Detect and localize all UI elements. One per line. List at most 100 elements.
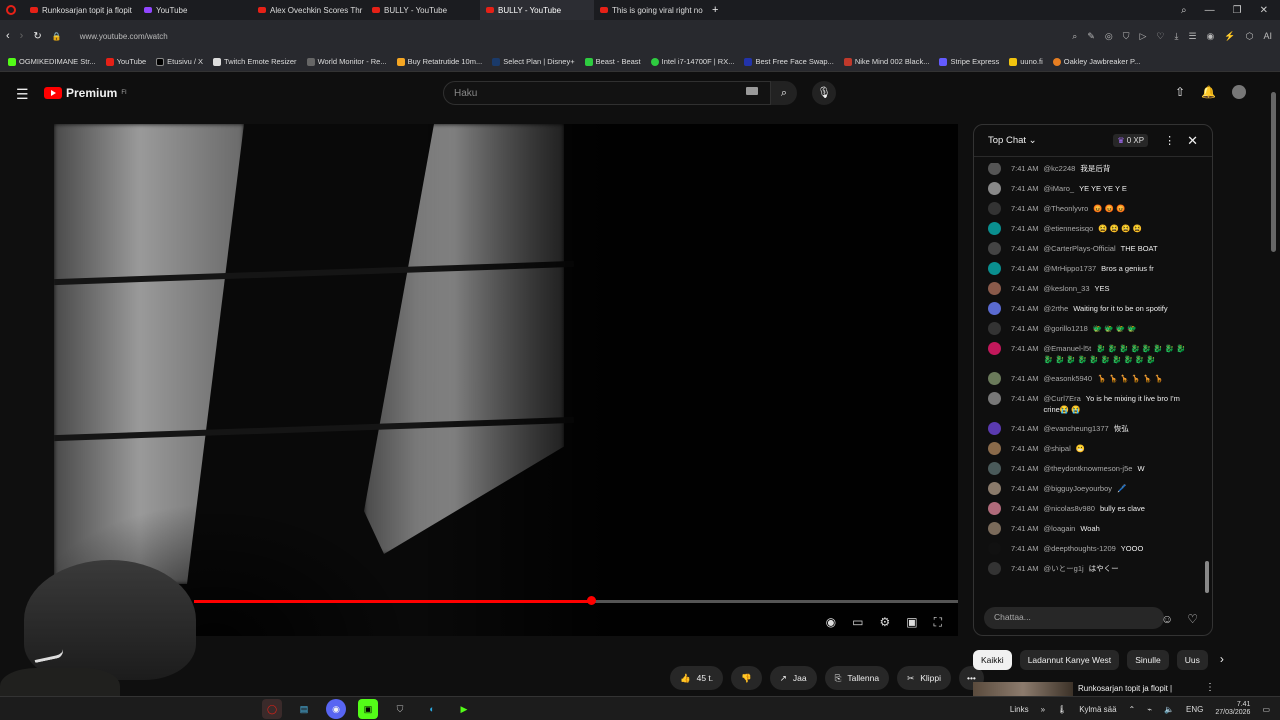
close-chat-icon[interactable]: ✕: [1187, 133, 1198, 149]
search-button[interactable]: ⌕: [771, 81, 797, 105]
shield-app[interactable]: ⛉: [390, 699, 410, 719]
chat-username[interactable]: @iMaro_: [1044, 184, 1075, 193]
back-icon[interactable]: ‹: [6, 30, 10, 42]
bookmark[interactable]: uuno.fi: [1009, 57, 1043, 66]
chat-username[interactable]: @Emanuel-l5t: [1044, 344, 1092, 353]
chat-username[interactable]: @easonk5940: [1044, 374, 1092, 383]
chat-message[interactable]: 7:41 AM @etiennesisqo 😫 😫 😫 😫: [974, 222, 1204, 235]
play-icon[interactable]: ▷: [1139, 31, 1146, 42]
bookmark[interactable]: Nike Mind 002 Black...: [843, 57, 929, 66]
page-scrollbar[interactable]: [1268, 72, 1280, 696]
shield-icon[interactable]: ⛉: [1123, 31, 1130, 42]
chat-message[interactable]: 7:41 AM @gorillo1218 🐲 🐲 🐲 🐲: [974, 322, 1204, 335]
browser-tab[interactable]: This is going viral right no: [594, 0, 708, 20]
game-app[interactable]: ▶: [454, 699, 474, 719]
chat-message[interactable]: 7:41 AM @CarterPlays-Official THE BOAT: [974, 242, 1204, 255]
chat-message[interactable]: 7:41 AM @2rthe Waiting for it to be on spo…: [974, 302, 1204, 315]
chat-avatar[interactable]: [988, 342, 1001, 355]
upload-icon[interactable]: ⇧: [1175, 85, 1185, 99]
chat-username[interactable]: @nicolas8v980: [1044, 504, 1095, 513]
chat-avatar[interactable]: [988, 372, 1001, 385]
chat-message[interactable]: 7:41 AM @shipal 😬: [974, 442, 1204, 455]
chat-username[interactable]: @etiennesisqo: [1044, 224, 1094, 233]
cube-icon[interactable]: ⬡: [1246, 31, 1254, 42]
search-tabs-icon[interactable]: ⌕: [1181, 5, 1187, 16]
language-indicator[interactable]: ENG: [1186, 705, 1203, 714]
chat-username[interactable]: @CarterPlays-Official: [1044, 244, 1116, 253]
chat-username[interactable]: @deepthoughts-1209: [1044, 544, 1116, 553]
menu-icon[interactable]: ☰: [1188, 31, 1196, 42]
more-options-icon[interactable]: ⋮: [1205, 682, 1215, 693]
bookmark[interactable]: Etusivu / X: [156, 57, 203, 66]
chat-message[interactable]: 7:41 AM @theydontknowmeson-j5e W: [974, 462, 1204, 475]
extension-icon[interactable]: ⚡: [1224, 31, 1235, 42]
subtitles-icon[interactable]: ▭: [852, 615, 863, 630]
chat-message[interactable]: 7:41 AM @nicolas8v980 bully es clave: [974, 502, 1204, 515]
chat-username[interactable]: @evancheung1377: [1044, 424, 1109, 433]
chip-for-you[interactable]: Sinulle: [1127, 650, 1169, 670]
video-title[interactable]: Runkosarjan topit ja flopit |: [1078, 684, 1172, 693]
chat-username[interactable]: @kc2248: [1044, 164, 1076, 173]
opera-icon[interactable]: [6, 5, 16, 15]
avatar[interactable]: [1232, 85, 1246, 99]
chat-avatar[interactable]: [988, 242, 1001, 255]
files-app[interactable]: ▤: [294, 699, 314, 719]
chat-avatar[interactable]: [988, 522, 1001, 535]
edge-app[interactable]: ◐: [422, 699, 442, 719]
browser-tab[interactable]: BULLY - YouTube: [366, 0, 480, 20]
chat-avatar[interactable]: [988, 222, 1001, 235]
chat-message[interactable]: 7:41 AM @easonk5940 🦒 🦒 🦒 🦒 🦒 🦒: [974, 372, 1204, 385]
chat-message[interactable]: 7:41 AM @いとーg1j はやくー: [974, 562, 1204, 575]
recommended-video[interactable]: Runkosarjan topit ja flopit | ⋮: [973, 682, 1273, 696]
bookmark[interactable]: Oakley Jawbreaker P...: [1052, 57, 1140, 66]
heart-icon[interactable]: ♡: [1156, 31, 1164, 42]
download-icon[interactable]: ⤓: [1174, 31, 1178, 42]
chat-avatar[interactable]: [988, 562, 1001, 575]
video-thumbnail[interactable]: [973, 682, 1073, 696]
chat-avatar[interactable]: [988, 462, 1001, 475]
camera-icon[interactable]: ◎: [1105, 31, 1113, 42]
chat-avatar[interactable]: [988, 262, 1001, 275]
chat-username[interactable]: @Theonlyvro: [1044, 204, 1089, 213]
chat-message[interactable]: 7:41 AM @MrHippo1737 Bros a genius fr: [974, 262, 1204, 275]
opera-app[interactable]: ◯: [262, 699, 282, 719]
chat-message[interactable]: 7:41 AM @Emanuel-l5t 🐉 🐉 🐉 🐉 🐉 🐉 🐉 🐉 🐉 🐉 🐉…: [974, 342, 1204, 365]
weather-label[interactable]: Kylmä sää: [1079, 705, 1116, 714]
browser-tab[interactable]: YouTube: [138, 0, 252, 20]
chat-avatar[interactable]: [988, 442, 1001, 455]
chat-username[interactable]: @loagain: [1044, 524, 1076, 533]
maximize-icon[interactable]: ❐: [1233, 5, 1242, 16]
reload-icon[interactable]: ↻: [33, 31, 41, 42]
youtube-premium-logo[interactable]: Premium FI: [44, 86, 127, 100]
chat-avatar[interactable]: [988, 502, 1001, 515]
chat-message[interactable]: 7:41 AM @iMaro_ YE YE YE Y E: [974, 182, 1204, 195]
search-icon[interactable]: ⌕: [1072, 31, 1077, 42]
chat-username[interactable]: @bigguyJoeyourboy: [1044, 484, 1113, 493]
browser-tab[interactable]: Alex Ovechkin Scores Thr: [252, 0, 366, 20]
chat-avatar[interactable]: [988, 542, 1001, 555]
chat-username[interactable]: @2rthe: [1044, 304, 1069, 313]
bookmark[interactable]: YouTube: [105, 57, 146, 66]
bookmark[interactable]: OGMIKEDIMANE Str...: [8, 57, 96, 66]
chat-message[interactable]: 7:41 AM @bigguyJoeyourboy 🖊️: [974, 482, 1204, 495]
chat-avatar[interactable]: [988, 392, 1001, 405]
fullscreen-icon[interactable]: ⛶: [934, 615, 942, 630]
network-icon[interactable]: ⌁: [1147, 705, 1152, 714]
chat-avatar[interactable]: [988, 302, 1001, 315]
close-icon[interactable]: ✕: [1260, 5, 1268, 16]
chat-avatar[interactable]: [988, 282, 1001, 295]
chat-avatar[interactable]: [988, 163, 1001, 175]
chat-message[interactable]: 7:41 AM @keslonn_33 YES: [974, 282, 1204, 295]
hamburger-menu-icon[interactable]: ☰: [16, 86, 29, 103]
clip-button[interactable]: ✂ Klippi: [897, 666, 951, 690]
edit-icon[interactable]: ✎: [1087, 31, 1095, 42]
miniplayer-icon[interactable]: ▣: [906, 615, 917, 630]
chat-avatar[interactable]: [988, 202, 1001, 215]
bookmark[interactable]: Intel i7-14700F | RX...: [650, 57, 734, 66]
bookmark[interactable]: Stripe Express: [939, 57, 999, 66]
emoji-icon[interactable]: ☺: [1161, 612, 1173, 626]
chip-new[interactable]: Uus: [1176, 650, 1208, 670]
more-options-icon[interactable]: ⋮: [1164, 134, 1175, 147]
bookmark[interactable]: Best Free Face Swap...: [744, 57, 834, 66]
bookmark[interactable]: Select Plan | Disney+: [492, 57, 575, 66]
